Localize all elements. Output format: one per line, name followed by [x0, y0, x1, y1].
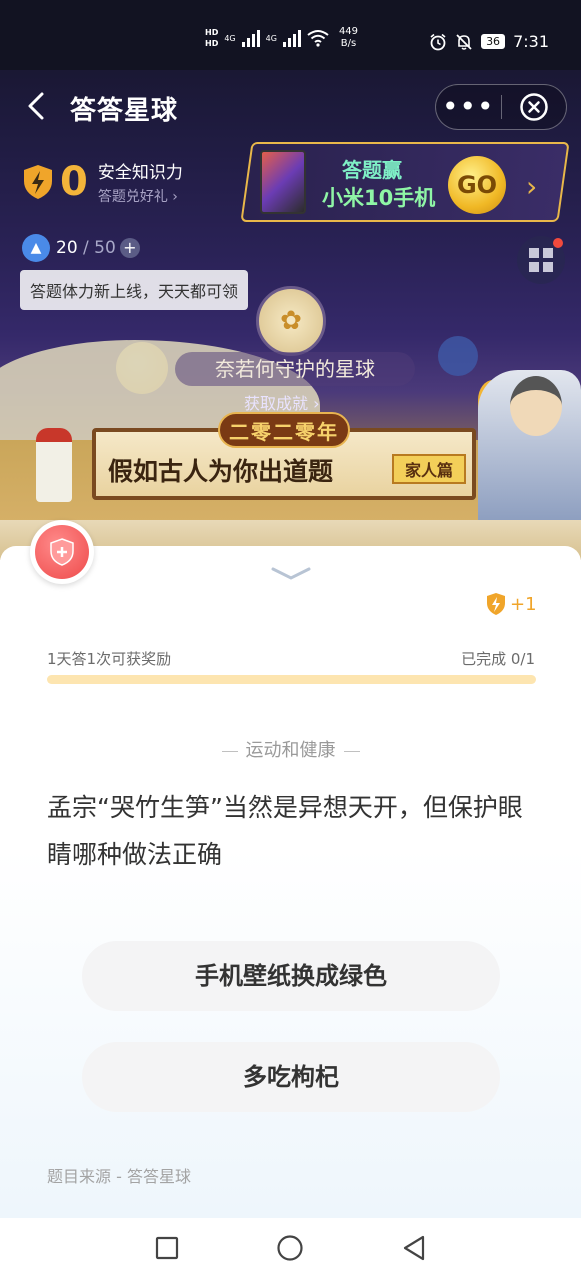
square-icon: [155, 1236, 179, 1260]
planet-name: 奈若何守护的星球: [175, 352, 415, 386]
clock: 7:31: [513, 32, 549, 51]
event-year: 二零二零年: [218, 412, 350, 448]
stamina-flask-icon: ▲: [22, 234, 50, 262]
menu-grid-button[interactable]: [517, 236, 565, 284]
mute-bell-icon: [456, 33, 472, 50]
category-label: 运动和健康: [245, 740, 336, 761]
close-button[interactable]: [502, 92, 567, 122]
stamina-max: / 50: [83, 238, 116, 258]
stamina-current: 20: [56, 238, 78, 258]
header-scene: HD HD 4G 4G 449 B/s 36 7:31 答答星球 ••• 0 安…: [0, 0, 581, 560]
wifi-icon: [307, 30, 329, 47]
shield-lightning-icon: [487, 593, 505, 615]
stamina-tooltip: 答题体力新上线，天天都可领: [20, 270, 249, 310]
grid-icon: [529, 248, 553, 272]
recent-apps-button[interactable]: [151, 1232, 183, 1264]
event-subtitle: 家人篇: [392, 454, 466, 484]
figure-head: [510, 376, 562, 436]
promo-line-1: 答题赢: [342, 158, 402, 182]
bonus-value: +1: [510, 593, 537, 615]
back-arrow-icon[interactable]: [24, 90, 52, 122]
chevron-right-icon: ›: [526, 170, 538, 203]
go-button[interactable]: GO: [448, 156, 506, 214]
divider: [221, 750, 238, 752]
home-button[interactable]: [274, 1232, 306, 1264]
divider: [343, 750, 360, 752]
network-type: 4G: [265, 33, 277, 43]
notification-dot: [553, 238, 563, 248]
progress-bar: [47, 675, 536, 684]
safety-points-value: 0: [60, 159, 88, 205]
battery-icon: 36: [481, 34, 506, 49]
safety-points-entry[interactable]: 0 安全知识力 答题兑好礼 ›: [22, 158, 183, 206]
hd-indicator: HD HD: [205, 27, 218, 49]
circle-icon: [277, 1235, 303, 1261]
chevron-down-icon[interactable]: [270, 566, 312, 580]
question-text: 孟宗“哭竹生笋”当然是异想天开，但保护眼睛哪种做法正确: [47, 793, 523, 869]
completion-status: 已完成 0/1: [461, 650, 535, 668]
speed-unit: B/s: [340, 38, 357, 49]
phone-image: [260, 150, 306, 214]
navbar: 答答星球 •••: [0, 70, 581, 142]
question-card: [0, 546, 581, 1218]
close-circle-icon: [520, 93, 548, 121]
promo-banner[interactable]: 答题赢 小米10手机 GO ›: [252, 146, 552, 220]
ancient-figure-left: [36, 428, 72, 502]
event-title: 假如古人为你出道题: [108, 457, 334, 486]
safety-points-label: 安全知识力: [97, 163, 183, 183]
alarm-icon: [430, 33, 446, 50]
question-category: 运动和健康: [0, 736, 581, 762]
reward-text: 1天答1次可获奖励: [47, 650, 172, 668]
system-navigation-bar: [0, 1218, 581, 1278]
signal-icon: [282, 29, 301, 47]
reward-row: 1天答1次可获奖励 已完成 0/1: [47, 648, 535, 669]
achievement-link[interactable]: 获取成就 ›: [244, 390, 320, 414]
mini-program-capsule: •••: [435, 84, 567, 130]
bonus-indicator: +1: [486, 592, 537, 616]
planet-decoration: [438, 336, 478, 376]
planet-avatar[interactable]: ✿: [256, 286, 326, 356]
stamina-counter: ▲ 20 / 50 +: [22, 234, 140, 262]
banner: 0 安全知识力 答题兑好礼 › 答题赢 小米10手机 GO ›: [0, 140, 581, 226]
redeem-link[interactable]: 答题兑好礼 ›: [98, 186, 183, 206]
shield-plus-icon: [50, 538, 74, 566]
back-button[interactable]: [398, 1232, 430, 1264]
hd-label: HD: [205, 28, 219, 37]
speed-value: 449: [338, 26, 359, 37]
shield-lightning-icon: [24, 165, 52, 199]
status-bar: HD HD 4G 4G 449 B/s 36 7:31: [0, 0, 581, 70]
question-source: 题目来源 - 答答星球: [47, 1167, 191, 1186]
page-title: 答答星球: [70, 96, 179, 126]
promo-line-2: 小米10手机: [322, 186, 436, 210]
answer-option[interactable]: 多吃枸杞: [82, 1042, 500, 1112]
add-stamina-button[interactable]: +: [119, 238, 140, 258]
safety-badge: [30, 520, 94, 584]
hd-label: HD: [205, 39, 219, 48]
more-button[interactable]: •••: [436, 93, 501, 121]
signal-icon: [241, 29, 260, 47]
network-speed: 449 B/s: [339, 26, 358, 50]
answer-option[interactable]: 手机壁纸换成绿色: [82, 941, 500, 1011]
triangle-back-icon: [403, 1235, 425, 1261]
network-type: 4G: [224, 33, 236, 43]
